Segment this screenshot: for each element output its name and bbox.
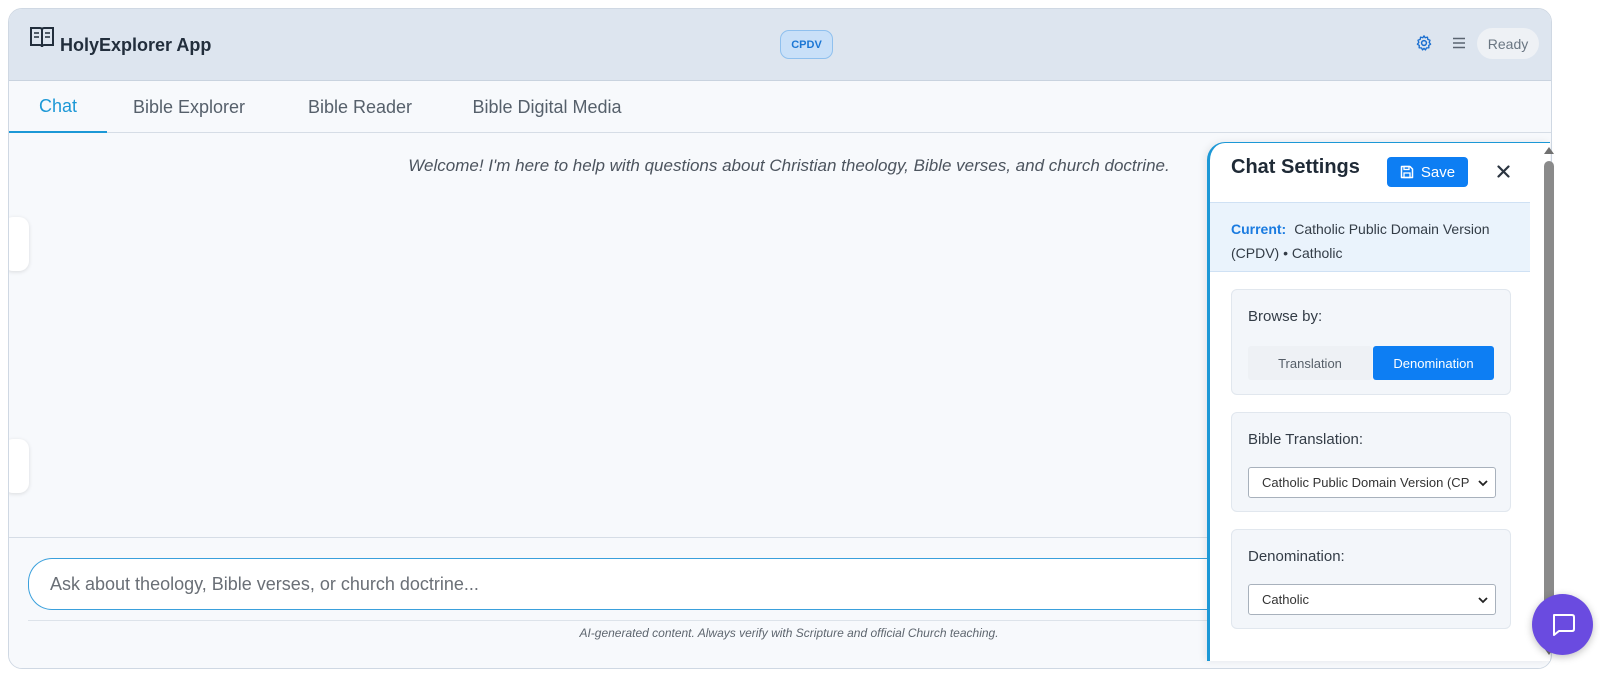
- browse-by-card: Browse by: Translation Denomination: [1231, 289, 1511, 395]
- chat-bubble-icon: [1552, 613, 1575, 636]
- bible-translation-card: Bible Translation: Catholic Public Domai…: [1231, 412, 1511, 512]
- main-tabs: Chat Bible Explorer Bible Reader Bible D…: [9, 81, 1551, 133]
- gear-icon[interactable]: [1415, 34, 1433, 52]
- scrollbar-thumb[interactable]: [1544, 161, 1554, 644]
- open-book-icon: [30, 27, 54, 48]
- tab-bible-explorer[interactable]: Bible Explorer: [123, 81, 255, 133]
- bible-translation-value: Catholic Public Domain Version (CP: [1262, 475, 1470, 490]
- chat-input[interactable]: [28, 558, 1258, 610]
- sidebar-handle-lower[interactable]: [9, 439, 29, 493]
- sidebar-handle-upper[interactable]: [9, 217, 29, 271]
- browse-toggle: Translation Denomination: [1248, 346, 1494, 380]
- panel-title: Chat Settings: [1231, 156, 1360, 178]
- save-button[interactable]: Save: [1387, 157, 1468, 187]
- denomination-card: Denomination: Catholic: [1231, 529, 1511, 629]
- close-panel-button[interactable]: [1492, 160, 1514, 182]
- denomination-select[interactable]: Catholic: [1248, 584, 1496, 615]
- floppy-disk-icon: [1400, 165, 1414, 179]
- scroll-up-arrow[interactable]: [1544, 147, 1554, 154]
- hamburger-menu-icon[interactable]: [1452, 36, 1466, 50]
- close-icon: [1496, 164, 1510, 178]
- tab-chat[interactable]: Chat: [9, 81, 107, 133]
- status-badge: Ready: [1477, 28, 1539, 59]
- current-selection: Current: Catholic Public Domain Version (…: [1210, 202, 1530, 272]
- save-button-label: Save: [1420, 163, 1456, 181]
- tab-bible-digital-media[interactable]: Bible Digital Media: [466, 81, 628, 133]
- chat-fab-button[interactable]: [1532, 594, 1593, 655]
- browse-by-label: Browse by:: [1248, 308, 1323, 325]
- input-divider: [28, 620, 1258, 621]
- bible-translation-label: Bible Translation:: [1248, 431, 1364, 448]
- app-header: HolyExplorer App CPDV Ready: [9, 9, 1551, 81]
- denomination-value: Catholic: [1262, 592, 1309, 607]
- tab-bible-reader[interactable]: Bible Reader: [301, 81, 419, 133]
- bible-translation-select[interactable]: Catholic Public Domain Version (CP: [1248, 467, 1496, 498]
- current-label: Current:: [1231, 221, 1287, 237]
- chevron-down-icon: [1478, 480, 1488, 487]
- browse-denomination-button[interactable]: Denomination: [1373, 346, 1494, 380]
- browse-translation-button[interactable]: Translation: [1248, 346, 1372, 380]
- chevron-down-icon: [1478, 597, 1488, 604]
- chat-settings-panel: Chat Settings Save Current: Catholic Publ…: [1207, 142, 1550, 661]
- version-badge: CPDV: [780, 30, 833, 59]
- denomination-label: Denomination:: [1248, 548, 1345, 565]
- app-title: HolyExplorer App: [60, 35, 212, 55]
